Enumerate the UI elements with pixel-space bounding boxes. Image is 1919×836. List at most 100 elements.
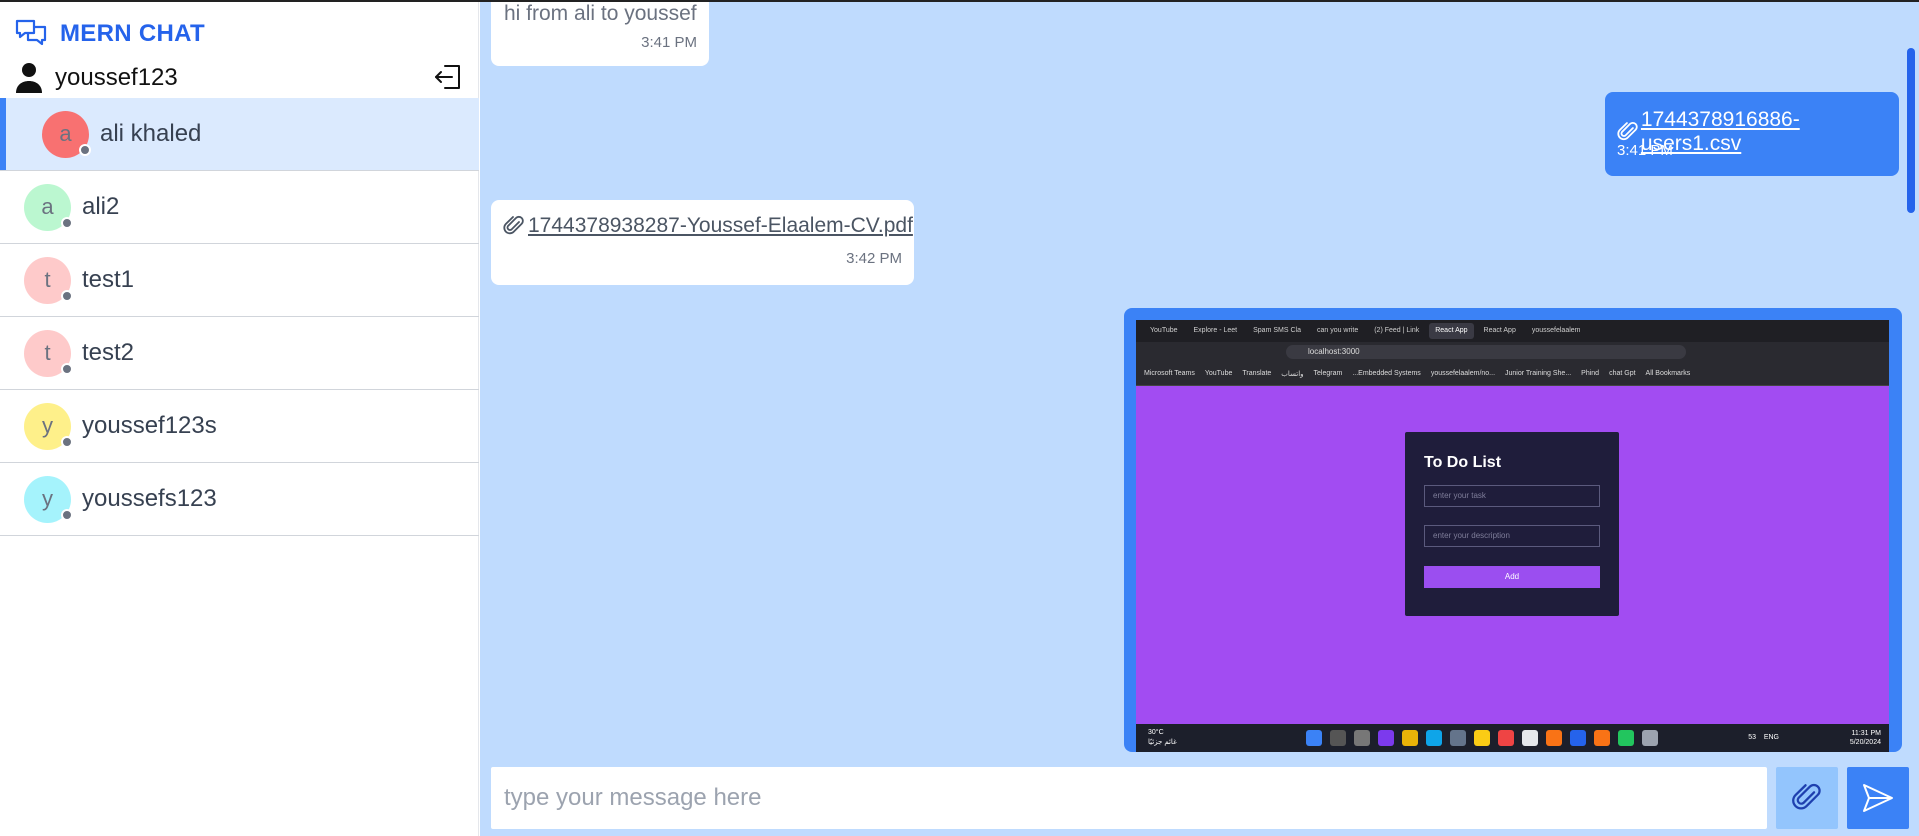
message-time: 3:42 PM bbox=[846, 250, 902, 267]
file-link[interactable]: 1744378916886-users1.csv bbox=[1641, 108, 1899, 156]
avatar: a bbox=[42, 110, 91, 158]
message-bubble-received: 1744378938287-Youssef-Elaalem-CV.pdf 3:4… bbox=[491, 200, 914, 285]
browser-bookmarks: Microsoft Teams YouTube Translate واتساب… bbox=[1136, 362, 1889, 386]
tray-info: 53 ENG bbox=[1748, 734, 1779, 741]
bookmark: Translate bbox=[1242, 370, 1272, 377]
browser-tab: React App bbox=[1483, 327, 1516, 334]
bookmark: Phind bbox=[1581, 370, 1600, 377]
current-user-bar: youssef123 bbox=[14, 60, 464, 96]
browser-tabs: YouTube Explore - Leet Spam SMS Cla can … bbox=[1136, 320, 1889, 342]
avatar: a bbox=[24, 183, 73, 231]
avatar: y bbox=[24, 475, 73, 523]
avatar-initial: a bbox=[41, 194, 54, 219]
contact-name: ali khaled bbox=[100, 120, 202, 147]
avatar: t bbox=[24, 256, 73, 304]
edge-icon bbox=[1426, 730, 1442, 746]
send-button[interactable] bbox=[1847, 767, 1909, 829]
contact-item[interactable]: t test1 bbox=[0, 244, 479, 317]
taskbar-apps bbox=[1306, 730, 1658, 746]
attached-screenshot-image[interactable]: YouTube Explore - Leet Spam SMS Cla can … bbox=[1136, 320, 1889, 752]
file-link[interactable]: 1744378938287-Youssef-Elaalem-CV.pdf bbox=[528, 214, 913, 238]
whatsapp-icon bbox=[1618, 730, 1634, 746]
windows-start-icon bbox=[1306, 730, 1322, 746]
todo-title: To Do List bbox=[1424, 454, 1502, 471]
chrome-icon bbox=[1498, 730, 1514, 746]
contact-name: youssef123s bbox=[82, 412, 217, 439]
clock-date: 5/20/2024 bbox=[1849, 739, 1881, 746]
bookmark: Telegram bbox=[1313, 370, 1343, 377]
browser-tab: youssefelaalem bbox=[1531, 327, 1581, 334]
github-icon bbox=[1642, 730, 1658, 746]
logout-button[interactable] bbox=[432, 60, 464, 94]
bookmark: واتساب bbox=[1281, 370, 1304, 378]
chat-bubbles-icon bbox=[15, 19, 47, 46]
postman-icon bbox=[1594, 730, 1610, 746]
status-dot bbox=[61, 289, 73, 302]
message-time: 3:41 PM bbox=[641, 34, 697, 51]
scrollbar-thumb[interactable] bbox=[1907, 48, 1915, 213]
contact-item[interactable]: a ali khaled bbox=[0, 98, 479, 171]
add-button: Add bbox=[1424, 566, 1600, 588]
avatar: t bbox=[24, 329, 73, 377]
weather-temp: 30°C bbox=[1148, 729, 1164, 736]
task-input: enter your task bbox=[1424, 485, 1600, 507]
contact-name: test2 bbox=[82, 339, 135, 366]
user-icon bbox=[16, 63, 42, 93]
app-name: MERN CHAT bbox=[60, 20, 205, 47]
message-input[interactable] bbox=[491, 767, 1767, 829]
weather-text: غائم جزئيًا bbox=[1148, 739, 1177, 746]
task-view-icon bbox=[1354, 730, 1370, 746]
store-icon bbox=[1450, 730, 1466, 746]
image-message-sent: YouTube Explore - Leet Spam SMS Cla can … bbox=[1124, 308, 1902, 752]
status-dot bbox=[79, 143, 91, 156]
bookmark: Junior Training She... bbox=[1505, 370, 1572, 377]
app-icon bbox=[1474, 730, 1490, 746]
avatar-initial: a bbox=[59, 121, 72, 146]
browser-tab: Explore - Leet bbox=[1193, 327, 1238, 334]
tray-lang: ENG bbox=[1763, 734, 1779, 741]
status-dot bbox=[61, 508, 73, 521]
contact-name: test1 bbox=[82, 266, 135, 293]
browser-tab: React App bbox=[1429, 323, 1474, 339]
paperclip-icon bbox=[1792, 783, 1821, 810]
paperclip-icon bbox=[1617, 121, 1638, 141]
app-icon bbox=[1522, 730, 1538, 746]
chat-area: hi from ali to youssef 3:41 PM 174437891… bbox=[480, 2, 1919, 836]
contact-name: youssefs123 bbox=[82, 485, 217, 512]
avatar: y bbox=[24, 402, 73, 450]
bookmark: All Bookmarks bbox=[1645, 370, 1691, 377]
status-dot bbox=[61, 216, 73, 229]
bookmark: Microsoft Teams bbox=[1144, 370, 1195, 377]
todo-card: To Do List enter your task enter your de… bbox=[1405, 432, 1619, 616]
paperclip-icon bbox=[503, 215, 524, 235]
contact-item[interactable]: y youssefs123 bbox=[0, 463, 479, 536]
attach-button[interactable] bbox=[1776, 767, 1838, 829]
top-border bbox=[0, 0, 1919, 2]
file-explorer-icon bbox=[1402, 730, 1418, 746]
bookmark: YouTube bbox=[1204, 370, 1233, 377]
avatar-initial: y bbox=[42, 413, 53, 438]
bookmark: chat Gpt bbox=[1609, 370, 1636, 377]
message-time: 3:41 PM bbox=[1617, 142, 1673, 159]
tray-clock: 11:31 PM 5/20/2024 bbox=[1850, 729, 1881, 747]
browser-tab: can you write bbox=[1316, 327, 1359, 334]
avatar-initial: y bbox=[42, 486, 53, 511]
browser-tab: YouTube bbox=[1150, 327, 1178, 334]
vscode-icon bbox=[1570, 730, 1586, 746]
current-username: youssef123 bbox=[55, 64, 178, 91]
description-input: enter your description bbox=[1424, 525, 1600, 547]
message-text: hi from ali to youssef bbox=[504, 2, 697, 25]
message-composer bbox=[491, 767, 1767, 829]
teams-icon bbox=[1378, 730, 1394, 746]
contact-item[interactable]: y youssef123s bbox=[0, 390, 479, 463]
status-dot bbox=[61, 362, 73, 375]
contact-item[interactable]: t test2 bbox=[0, 317, 479, 390]
message-bubble-received: hi from ali to youssef 3:41 PM bbox=[491, 2, 709, 66]
tray-count: 53 bbox=[1748, 734, 1757, 741]
sidebar: MERN CHAT youssef123 a ali khaled a ali2… bbox=[0, 2, 479, 836]
clock-time: 11:31 PM bbox=[1851, 730, 1881, 737]
contact-list: a ali khaled a ali2 t test1 t test2 y yo… bbox=[0, 98, 479, 536]
contact-item[interactable]: a ali2 bbox=[0, 171, 479, 244]
browser-tab: (2) Feed | Link bbox=[1374, 327, 1420, 334]
browser-address-bar: localhost:3000 bbox=[1136, 342, 1889, 362]
